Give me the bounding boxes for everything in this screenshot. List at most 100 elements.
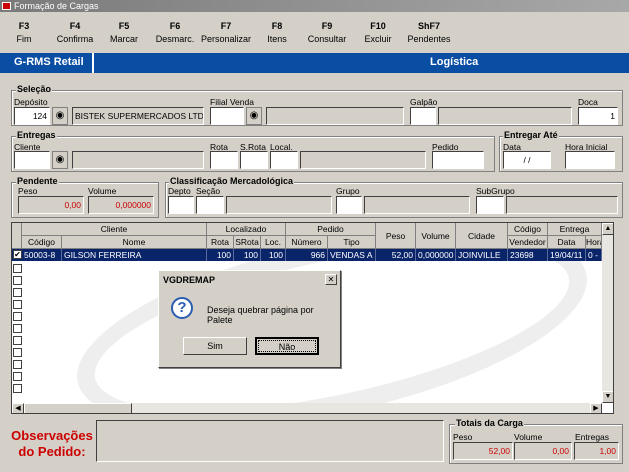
depto-label: Depto xyxy=(168,186,191,196)
galpao-field[interactable] xyxy=(410,107,436,125)
toolbar-key: F6 xyxy=(169,21,181,31)
banner-divider xyxy=(92,53,94,73)
toolbar-label: Itens xyxy=(267,34,287,44)
scroll-down-icon[interactable]: ▼ xyxy=(602,391,613,403)
toolbar-button-itens[interactable]: F8 Itens xyxy=(260,20,294,46)
row-checkbox[interactable] xyxy=(13,360,22,369)
header-srota[interactable]: SRota xyxy=(234,236,261,249)
cell-nome: GILSON FERREIRA xyxy=(62,249,207,261)
table-row[interactable]: ✔ 50003-8 GILSON FERREIRA 100 100 100 96… xyxy=(12,249,602,261)
header-localizado[interactable]: Localizado xyxy=(207,223,286,236)
deposito-field[interactable]: 124 xyxy=(14,107,50,125)
row-checkbox[interactable] xyxy=(13,372,22,381)
row-checkbox[interactable] xyxy=(13,324,22,333)
close-icon[interactable]: ✕ xyxy=(325,274,337,285)
galpao-name-field xyxy=(438,107,572,125)
deposito-label: Depósito xyxy=(14,97,48,107)
cell-tipo: VENDAS A xyxy=(328,249,376,261)
header-data[interactable]: Data xyxy=(548,236,586,249)
header-rota[interactable]: Rota xyxy=(207,236,234,249)
header-volume[interactable]: Volume xyxy=(416,223,456,249)
vertical-scrollbar[interactable]: ▲ ▼ xyxy=(602,223,613,403)
toolbar-button-excluir[interactable]: F10 Excluir xyxy=(360,20,396,46)
scroll-thumb[interactable] xyxy=(24,403,132,413)
horizontal-scrollbar[interactable]: ◀ ▶ xyxy=(12,403,602,413)
filial-field[interactable] xyxy=(210,107,244,125)
row-checkbox[interactable] xyxy=(13,384,22,393)
row-checkbox[interactable] xyxy=(13,348,22,357)
header-pedido[interactable]: Pedido xyxy=(286,223,376,236)
dialog-title: VGDREMAP xyxy=(161,273,338,287)
observacoes-field xyxy=(96,420,444,462)
header-tipo[interactable]: Tipo xyxy=(328,236,376,249)
scroll-up-icon[interactable]: ▲ xyxy=(602,223,613,235)
cell-cidade: JOINVILLE xyxy=(456,249,508,261)
header-codigo[interactable]: Código xyxy=(22,236,62,249)
entregar-ate-title: Entregar Até xyxy=(503,130,559,140)
subgrupo-label: SubGrupo xyxy=(476,186,515,196)
toolbar-button-confirma[interactable]: F4 Confirma xyxy=(54,20,96,46)
grupo-field[interactable] xyxy=(336,196,362,214)
toolbar-label: Pendentes xyxy=(407,34,451,44)
local-field[interactable] xyxy=(270,151,298,169)
header-vendedor[interactable]: Vendedor xyxy=(508,236,548,249)
header-codigo-vendedor[interactable]: Código xyxy=(508,223,548,236)
question-icon: ? xyxy=(171,297,193,319)
scroll-right-icon[interactable]: ▶ xyxy=(590,403,602,413)
toolbar-button-pendentes[interactable]: ShF7 Pendentes xyxy=(406,20,452,46)
toolbar-label: Desmarc. xyxy=(155,34,195,44)
rota-field[interactable] xyxy=(210,151,238,169)
header-loc[interactable]: Loc. xyxy=(261,236,286,249)
header-entrega[interactable]: Entrega xyxy=(548,223,602,236)
data-field[interactable]: / / xyxy=(503,151,551,169)
volume-total-field: 0,00 xyxy=(514,442,572,460)
cell-rota: 100 xyxy=(207,249,234,261)
row-checkbox[interactable] xyxy=(13,276,22,285)
cell-srota: 100 xyxy=(234,249,261,261)
deposito-search-icon[interactable]: ◉ xyxy=(52,107,68,125)
depto-field[interactable] xyxy=(168,196,194,214)
row-checkbox[interactable] xyxy=(13,288,22,297)
header-hora[interactable]: Hora xyxy=(586,236,602,249)
toolbar-key: ShF7 xyxy=(417,21,440,31)
row-checkbox[interactable] xyxy=(13,336,22,345)
header-cliente[interactable]: Cliente xyxy=(22,223,207,236)
filial-label: Filial Venda xyxy=(210,97,254,107)
row-checkbox[interactable] xyxy=(13,312,22,321)
row-checkbox[interactable] xyxy=(13,300,22,309)
toolbar-label: Consultar xyxy=(307,34,347,44)
cliente-search-icon[interactable]: ◉ xyxy=(52,151,68,169)
header-numero[interactable]: Número xyxy=(286,236,328,249)
header-peso[interactable]: Peso xyxy=(376,223,416,249)
yes-button[interactable]: Sim xyxy=(183,337,247,355)
srota-field[interactable] xyxy=(240,151,268,169)
toolbar-label: Confirma xyxy=(56,34,94,44)
header-nome[interactable]: Nome xyxy=(62,236,207,249)
volume-total-label: Volume xyxy=(514,432,543,442)
toolbar-button-personalizar[interactable]: F7 Personalizar xyxy=(201,20,251,46)
toolbar-button-fim[interactable]: F3 Fim xyxy=(6,20,42,46)
hora-inicial-field[interactable] xyxy=(565,151,615,169)
toolbar-button-marcar[interactable]: F5 Marcar xyxy=(106,20,142,46)
cell-vendedor: 23698 xyxy=(508,249,548,261)
filial-search-icon[interactable]: ◉ xyxy=(246,107,262,125)
grid-corner xyxy=(12,223,22,249)
no-button[interactable]: Não xyxy=(255,337,319,355)
toolbar-button-consultar[interactable]: F9 Consultar xyxy=(305,20,349,46)
secao-field[interactable] xyxy=(196,196,224,214)
toolbar-key: F8 xyxy=(271,21,283,31)
subgrupo-field[interactable] xyxy=(476,196,504,214)
header-cidade[interactable]: Cidade xyxy=(456,223,508,249)
toolbar-label: Personalizar xyxy=(201,34,252,44)
pedido-field[interactable] xyxy=(432,151,484,169)
totais-title: Totais da Carga xyxy=(455,418,524,428)
entregas-title: Entregas xyxy=(16,130,57,140)
doca-field[interactable]: 1 xyxy=(578,107,618,125)
scroll-left-icon[interactable]: ◀ xyxy=(12,403,24,413)
volume-pendente-field: 0,000000 xyxy=(88,196,154,214)
cliente-field[interactable] xyxy=(14,151,50,169)
row-checkbox[interactable]: ✔ xyxy=(13,250,22,259)
row-checkbox[interactable] xyxy=(13,264,22,273)
peso-pendente-field: 0,00 xyxy=(18,196,84,214)
toolbar-button-desmarc[interactable]: F6 Desmarc. xyxy=(154,20,196,46)
